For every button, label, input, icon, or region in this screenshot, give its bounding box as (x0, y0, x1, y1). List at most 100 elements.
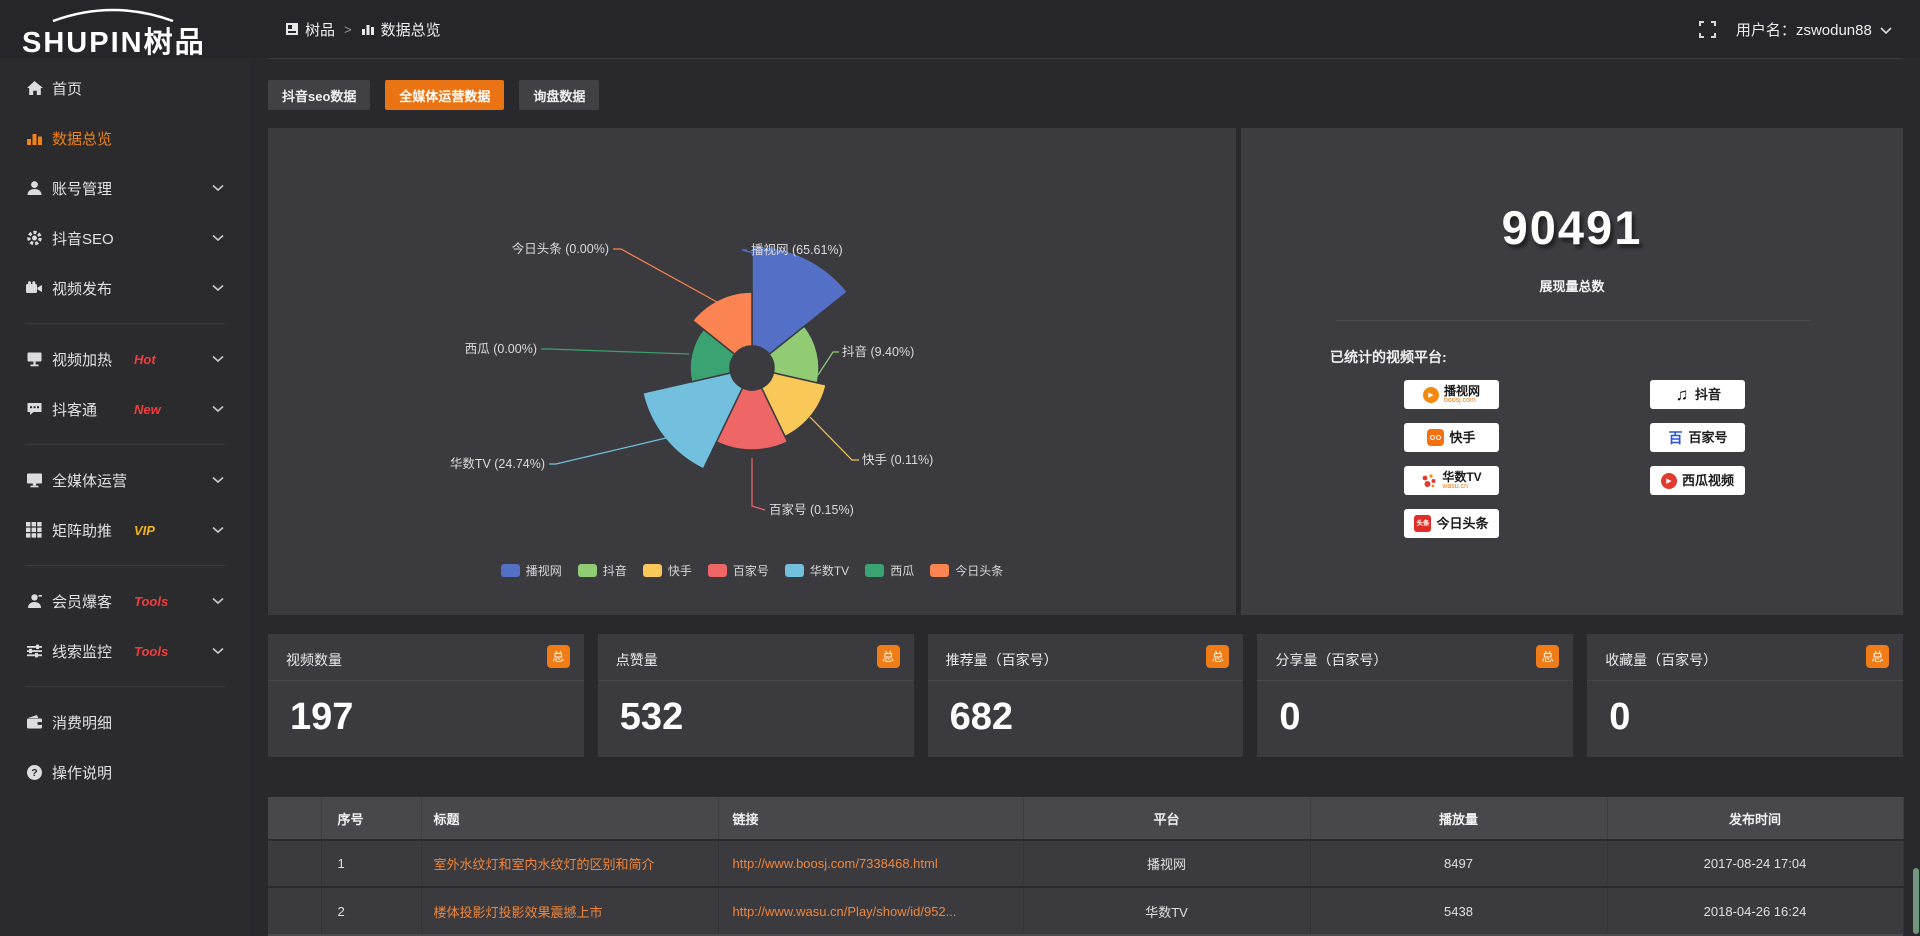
sidebar-badge-tools: Tools (134, 644, 168, 659)
cell-url-link[interactable]: http://www.boosj.com/7338468.html (718, 840, 1023, 887)
chevron-down-icon (212, 355, 224, 363)
legend-item-抖音[interactable]: 抖音 (578, 562, 627, 579)
legend-label: 百家号 (733, 562, 769, 579)
sidebar-item-data-overview[interactable]: 数据总览 (0, 113, 250, 163)
home-icon (25, 79, 43, 97)
platform-name: 西瓜视频 (1682, 474, 1734, 488)
legend-item-华数TV[interactable]: 华数TV (785, 562, 849, 579)
breadcrumb-item-data-overview[interactable]: 数据总览 (361, 19, 441, 40)
stat-card-label: 视频数量 (286, 650, 342, 670)
stat-card-video-count: 视频数量总197 (268, 634, 584, 757)
chevron-down-icon (212, 184, 224, 192)
pie-label: 百家号 (0.15%) (769, 502, 854, 517)
legend-swatch (708, 564, 727, 577)
column-header-播放量[interactable]: 播放量 (1310, 797, 1607, 840)
column-header-发布时间[interactable]: 发布时间 (1607, 797, 1903, 840)
user-icon (25, 179, 43, 197)
username[interactable]: 用户名：zswodun88 (1736, 19, 1892, 40)
legend-item-播视网[interactable]: 播视网 (501, 562, 562, 579)
total-badge[interactable]: 总 (547, 645, 570, 668)
sidebar-item-label: 视频发布 (52, 278, 112, 299)
toutiao-logo: 头条 (1414, 515, 1431, 532)
platform-name: 抖音 (1695, 388, 1721, 402)
sidebar-item-label: 视频加热 (52, 349, 112, 370)
legend-label: 快手 (668, 562, 692, 579)
stat-card-share-count: 分享量（百家号）总0 (1257, 634, 1573, 757)
sidebar-divider (25, 686, 225, 687)
platform-name: 百家号 (1688, 431, 1727, 445)
fullscreen-icon[interactable] (1699, 21, 1716, 38)
cell-publish-time: 2017-08-24 17:04 (1607, 840, 1903, 887)
sidebar-item-operation-guide[interactable]: ?操作说明 (0, 747, 250, 797)
sidebar-item-video-heating[interactable]: 视频加热Hot (0, 334, 250, 384)
app-logo[interactable]: SHUPIN树品 (22, 6, 252, 56)
douyin-logo: ♫ (1674, 386, 1690, 404)
total-badge[interactable]: 总 (877, 645, 900, 668)
pie-label: 快手 (0.11%) (862, 453, 933, 467)
legend-label: 抖音 (603, 562, 627, 579)
legend-item-西瓜[interactable]: 西瓜 (865, 562, 914, 579)
stat-cards-row: 视频数量总197点赞量总532推荐量（百家号）总682分享量（百家号）总0收藏量… (268, 634, 1903, 757)
tab-douyin-seo-data[interactable]: 抖音seo数据 (268, 80, 370, 110)
header-divider (268, 58, 1903, 59)
legend-label: 播视网 (526, 562, 562, 579)
sidebar-item-matrix-boost[interactable]: 矩阵助推VIP (0, 505, 250, 555)
chart-bar-icon (25, 129, 43, 147)
cell-url-link[interactable]: http://www.wasu.cn/Play/show/id/952... (718, 887, 1023, 934)
summary-divider (1336, 320, 1811, 321)
cell-title-link[interactable]: 室外水纹灯和室内水纹灯的区别和简介 (421, 840, 718, 887)
total-badge[interactable]: 总 (1536, 645, 1559, 668)
sidebar-item-member-burst[interactable]: 会员爆客Tools (0, 576, 250, 626)
column-header-平台[interactable]: 平台 (1023, 797, 1310, 840)
sidebar-item-account-management[interactable]: 账号管理 (0, 163, 250, 213)
cell-title-link[interactable]: 楼体投影灯投影效果震撼上市 (421, 887, 718, 934)
sidebar-item-video-publish[interactable]: 视频发布 (0, 263, 250, 313)
platform-badge-西瓜视频: ▶西瓜视频 (1650, 466, 1745, 495)
legend-item-百家号[interactable]: 百家号 (708, 562, 769, 579)
pie-label-leader (541, 349, 689, 354)
card-divider (1587, 680, 1903, 681)
stat-card-value: 682 (950, 696, 1013, 739)
sidebar-item-label: 会员爆客 (52, 591, 112, 612)
cell-publish-time: 2018-04-26 16:24 (1607, 887, 1903, 934)
breadcrumb-item-shupin[interactable]: 树品 (285, 19, 335, 40)
column-header-序号[interactable]: 序号 (321, 797, 421, 840)
sidebar-item-label: 矩阵助推 (52, 520, 112, 541)
rose-pie-chart[interactable]: 播视网 (65.61%)抖音 (9.40%)快手 (0.11%)百家号 (0.1… (268, 128, 1236, 615)
column-header-链接[interactable]: 链接 (718, 797, 1023, 840)
sidebar-item-home[interactable]: 首页 (0, 63, 250, 113)
scrollbar-thumb[interactable] (1913, 868, 1919, 934)
stat-card-label: 点赞量 (616, 650, 658, 670)
svg-text:?: ? (31, 767, 37, 779)
platform-distribution-panel: 播视网 (65.61%)抖音 (9.40%)快手 (0.11%)百家号 (0.1… (268, 128, 1236, 615)
chevron-down-icon (212, 526, 224, 534)
cell-index: 2 (321, 887, 421, 934)
platforms-label: 已统计的视频平台: (1330, 347, 1447, 367)
sidebar-item-lead-monitor[interactable]: 线索监控Tools (0, 626, 250, 676)
tab-omni-media-data[interactable]: 全媒体运营数据 (385, 80, 504, 110)
card-divider (598, 680, 914, 681)
total-badge[interactable]: 总 (1206, 645, 1229, 668)
gear-icon (25, 229, 43, 247)
cell-platform: 播视网 (1023, 840, 1310, 887)
tab-inquiry-data[interactable]: 询盘数据 (519, 80, 599, 110)
sidebar-item-douketong[interactable]: 抖客通New (0, 384, 250, 434)
platform-name: 快手 (1449, 431, 1475, 445)
sidebar-badge-new: New (134, 402, 161, 417)
sidebar-item-omni-media[interactable]: 全媒体运营 (0, 455, 250, 505)
platform-subtext: wasu.cn (1442, 483, 1481, 490)
legend-item-快手[interactable]: 快手 (643, 562, 692, 579)
legend-swatch (930, 564, 949, 577)
videos-table: 序号标题链接平台播放量发布时间 1室外水纹灯和室内水纹灯的区别和简介http:/… (268, 797, 1904, 934)
tab-bar: 抖音seo数据全媒体运营数据询盘数据 (268, 80, 599, 110)
chart-legend: 播视网 抖音 快手 百家号华数TV 西瓜今日头条 (268, 562, 1236, 579)
sidebar-item-consumption-detail[interactable]: 消费明细 (0, 697, 250, 747)
sliders-icon (25, 642, 43, 660)
legend-item-今日头条[interactable]: 今日头条 (930, 562, 1003, 579)
total-badge[interactable]: 总 (1866, 645, 1889, 668)
sidebar-item-douyin-seo[interactable]: 抖音SEO (0, 213, 250, 263)
platform-subtext: boosj.com (1444, 397, 1480, 404)
total-impressions-label: 展现量总数 (1241, 276, 1903, 295)
sidebar: 首页数据总览账号管理抖音SEO视频发布视频加热Hot抖客通New全媒体运营矩阵助… (0, 58, 250, 936)
column-header-标题[interactable]: 标题 (421, 797, 718, 840)
